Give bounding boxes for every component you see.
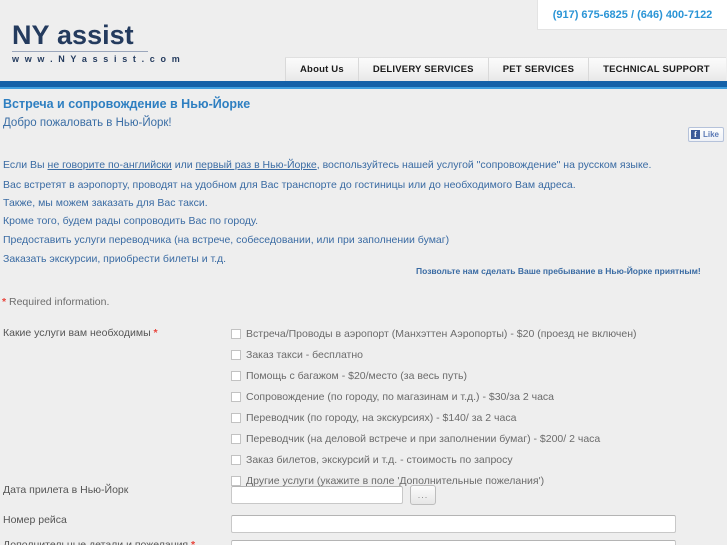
checkbox-luggage-help[interactable]: [231, 371, 241, 381]
nav-item-pet-services[interactable]: PET SERVICES: [489, 58, 590, 81]
logo-website-text: w w w . N Y a s s i s t . c o m: [12, 54, 182, 64]
checkbox-row[interactable]: Помощь с багажом - $20/место (за весь пу…: [231, 369, 701, 389]
arrival-date-label: Дата прилета в Нью-Йорк: [3, 484, 129, 496]
required-information-note: * Required information.: [2, 296, 109, 308]
additional-details-label: Дополнительные детали и пожелания *: [3, 539, 195, 545]
paragraph-1-pre: Если Вы: [3, 159, 48, 171]
flight-number-input[interactable]: [231, 515, 676, 533]
services-label: Какие услуги вам необходимы *: [3, 327, 158, 339]
checkbox-row[interactable]: Встреча/Проводы в аэропорт (Манхэттен Аэ…: [231, 327, 701, 347]
paragraph-1-mid: или: [171, 159, 196, 171]
additional-details-required-asterisk: *: [191, 539, 196, 545]
checkbox-other-services[interactable]: [231, 476, 241, 486]
facebook-like-button[interactable]: f Like: [688, 127, 724, 142]
required-note-text: Required information.: [6, 296, 110, 308]
checkbox-label: Переводчик (по городу, на экскурсиях) - …: [246, 412, 517, 424]
checkbox-label: Сопровождение (по городу, по магазинам и…: [246, 391, 555, 403]
paragraph-1-post: , воспользуйтесь нашей услугой "сопровож…: [316, 159, 652, 171]
checkbox-label: Помощь с багажом - $20/место (за весь пу…: [246, 370, 468, 382]
arrival-date-input[interactable]: [231, 486, 403, 504]
date-picker-button[interactable]: ...: [410, 485, 436, 505]
additional-details-label-text: Дополнительные детали и пожелания: [3, 539, 189, 545]
paragraph-5: Предоставить услуги переводчика (на встр…: [3, 234, 450, 246]
paragraph-1: Если Вы не говорите по-английски или пер…: [3, 159, 651, 171]
link-no-english[interactable]: не говорите по-английски: [48, 159, 172, 171]
checkbox-tickets-tours[interactable]: [231, 455, 241, 465]
logo-ny-text: NY: [12, 20, 50, 50]
checkbox-label: Заказ билетов, экскурсий и т.д. - стоимо…: [246, 454, 513, 466]
link-first-time-ny[interactable]: первый раз в Нью-Йорке: [196, 159, 317, 171]
nav-item-technical-support[interactable]: TECHNICAL SUPPORT: [589, 58, 726, 81]
services-checkbox-list: Встреча/Проводы в аэропорт (Манхэттен Аэ…: [231, 327, 701, 495]
checkbox-translator-city[interactable]: [231, 413, 241, 423]
site-header: NY assist w w w . N Y a s s i s t . c o …: [0, 0, 727, 81]
checkbox-row[interactable]: Сопровождение (по городу, по магазинам и…: [231, 390, 701, 410]
phone-number-text[interactable]: (917) 675-6825 / (646) 400-7122: [553, 9, 713, 21]
services-required-asterisk: *: [153, 327, 158, 339]
facebook-like-label: Like: [703, 130, 720, 139]
logo-assist-text: assist: [57, 20, 134, 50]
welcome-text: Добро пожаловать в Нью-Йорк!: [3, 117, 172, 129]
checkbox-row[interactable]: Заказ билетов, экскурсий и т.д. - стоимо…: [231, 453, 701, 473]
services-label-text: Какие услуги вам необходимы: [3, 327, 151, 339]
checkbox-taxi-order[interactable]: [231, 350, 241, 360]
paragraph-6: Заказать экскурсии, приобрести билеты и …: [3, 253, 227, 265]
checkbox-label: Заказ такси - бесплатно: [246, 349, 364, 361]
phone-number-box: (917) 675-6825 / (646) 400-7122: [537, 0, 727, 30]
checkbox-label: Встреча/Проводы в аэропорт (Манхэттен Аэ…: [246, 328, 637, 340]
nav-item-about-us[interactable]: About Us: [285, 58, 359, 81]
checkbox-escort-city[interactable]: [231, 392, 241, 402]
logo-wordmark: NY assist: [12, 22, 162, 49]
paragraph-3: Также, мы можем заказать для Вас такси.: [3, 197, 208, 209]
checkbox-label: Переводчик (на деловой встрече и при зап…: [246, 433, 601, 445]
site-logo[interactable]: NY assist w w w . N Y a s s i s t . c o …: [12, 22, 182, 64]
facebook-icon: f: [691, 130, 700, 139]
checkbox-row[interactable]: Переводчик (на деловой встрече и при зап…: [231, 432, 701, 452]
paragraph-2: Вас встретят в аэропорту, проводят на уд…: [3, 179, 576, 191]
flight-number-label: Номер рейса: [3, 514, 67, 526]
tagline-text: Позвольте нам сделать Ваше пребывание в …: [416, 266, 701, 276]
checkbox-row[interactable]: Переводчик (по городу, на экскурсиях) - …: [231, 411, 701, 431]
page-root: NY assist w w w . N Y a s s i s t . c o …: [0, 0, 727, 545]
header-blue-bar-light: [0, 87, 727, 89]
main-navigation: About Us DELIVERY SERVICES PET SERVICES …: [285, 57, 726, 81]
checkbox-airport-meet[interactable]: [231, 329, 241, 339]
logo-divider: [12, 51, 148, 52]
paragraph-4: Кроме того, будем рады сопроводить Вас п…: [3, 215, 259, 227]
page-title: Встреча и сопровождение в Нью-Йорке: [3, 97, 251, 111]
checkbox-row[interactable]: Заказ такси - бесплатно: [231, 348, 701, 368]
additional-details-input[interactable]: [231, 540, 676, 545]
checkbox-translator-business[interactable]: [231, 434, 241, 444]
nav-item-delivery-services[interactable]: DELIVERY SERVICES: [359, 58, 489, 81]
